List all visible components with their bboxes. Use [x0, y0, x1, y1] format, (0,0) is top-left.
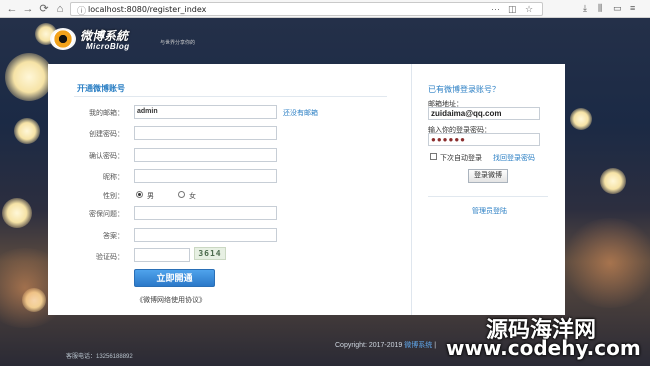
login-title: 已有微博登录账号？ — [428, 85, 500, 94]
watermark: 源码海洋网 www.codehy.com — [440, 310, 650, 366]
divider — [74, 96, 387, 97]
lantern-decoration — [2, 198, 32, 228]
captcha-label: 验证码： — [96, 254, 124, 261]
lantern-decoration — [14, 118, 40, 144]
answer-field[interactable] — [134, 228, 277, 242]
captcha-field[interactable] — [134, 248, 190, 262]
sidebar-icon[interactable]: ▭ — [613, 3, 622, 14]
email-label: 我的邮箱： — [89, 110, 124, 117]
logo-eye-icon — [50, 28, 76, 50]
confirm-password-field[interactable] — [134, 148, 277, 162]
register-title: 开通微博账号 — [77, 84, 125, 93]
captcha-image[interactable]: 3614 — [194, 247, 226, 260]
gender-male-radio[interactable] — [136, 191, 143, 198]
menu-icon[interactable]: ≡ — [630, 3, 635, 13]
password-field[interactable] — [134, 126, 277, 140]
no-email-link[interactable]: 还没有邮箱 — [283, 108, 318, 118]
home-icon[interactable]: ⌂ — [52, 1, 68, 17]
password-label: 创建密码： — [89, 131, 124, 138]
confirm-password-label: 确认密码： — [89, 153, 124, 160]
download-icon[interactable]: ⤓ — [583, 3, 587, 14]
back-icon[interactable]: ← — [4, 1, 20, 17]
nickname-label: 昵称： — [103, 174, 124, 181]
forward-icon[interactable]: → — [20, 1, 36, 17]
logo-subtitle: MicroBlog — [86, 42, 130, 51]
remember-me-label: 下次自动登录 — [440, 155, 482, 162]
security-question-label: 密保问题： — [89, 211, 124, 218]
security-question-field[interactable] — [134, 206, 277, 220]
sunset-glow — [560, 218, 650, 308]
forgot-password-link[interactable]: 找回登录密码 — [493, 153, 535, 163]
remember-me-checkbox[interactable] — [430, 153, 437, 160]
register-panel: 开通微博账号 我的邮箱： admin 还没有邮箱 创建密码： 确认密码： 昵称：… — [48, 64, 412, 315]
nickname-field[interactable] — [134, 169, 277, 183]
divider — [428, 196, 548, 197]
register-card: 开通微博账号 我的邮箱： admin 还没有邮箱 创建密码： 确认密码： 昵称：… — [48, 64, 565, 315]
pocket-icon[interactable]: ◫ — [508, 4, 517, 15]
admin-login-link[interactable]: 管理员登陆 — [472, 206, 507, 216]
site-info-icon[interactable]: ⓘ — [77, 4, 86, 17]
footer-separator: | — [434, 342, 437, 349]
lantern-decoration — [5, 53, 53, 101]
copyright-label: Copyright: 2017-2019 — [335, 342, 403, 349]
email-field[interactable]: admin — [134, 105, 277, 119]
browser-toolbar: ← → ⟳ ⌂ ⓘ localhost:8080/register_index … — [0, 0, 650, 18]
gender-female-label: 女 — [189, 193, 196, 200]
logo-tagline: 与世界分享你的 — [160, 40, 196, 46]
gender-label: 性别： — [103, 193, 124, 200]
service-hotline: 客服电话：13256188892 — [66, 354, 133, 360]
address-bar[interactable]: ⓘ localhost:8080/register_index ··· ◫ ☆ — [70, 2, 543, 16]
login-button[interactable]: 登录微博 — [468, 169, 508, 183]
gender-female-radio[interactable] — [178, 191, 185, 198]
copyright-text: Copyright: 2017-2019 微博系统 | — [335, 340, 436, 350]
lantern-decoration — [600, 168, 626, 194]
library-icon[interactable]: ⫼ — [598, 3, 602, 14]
login-email-field[interactable]: zuidaima@qq.com — [428, 107, 540, 120]
agreement-link[interactable]: 《微博网络使用协议》 — [136, 295, 206, 305]
register-submit-button[interactable]: 立即開通 — [134, 269, 215, 287]
login-password-field[interactable]: ●●●●●● — [428, 133, 540, 146]
page-actions-icon[interactable]: ··· — [491, 4, 500, 14]
lantern-decoration — [570, 108, 592, 130]
footer-brand-link[interactable]: 微博系统 — [404, 342, 432, 349]
answer-label: 答案： — [103, 233, 124, 240]
gender-male-label: 男 — [147, 193, 154, 200]
login-panel: 已有微博登录账号？ 邮箱地址： zuidaima@qq.com 输入你的登录密码… — [413, 64, 565, 315]
url-text[interactable]: localhost:8080/register_index — [88, 5, 206, 14]
reload-icon[interactable]: ⟳ — [36, 1, 52, 17]
bookmark-star-icon[interactable]: ☆ — [525, 4, 533, 15]
watermark-url: www.codehy.com — [446, 336, 641, 360]
